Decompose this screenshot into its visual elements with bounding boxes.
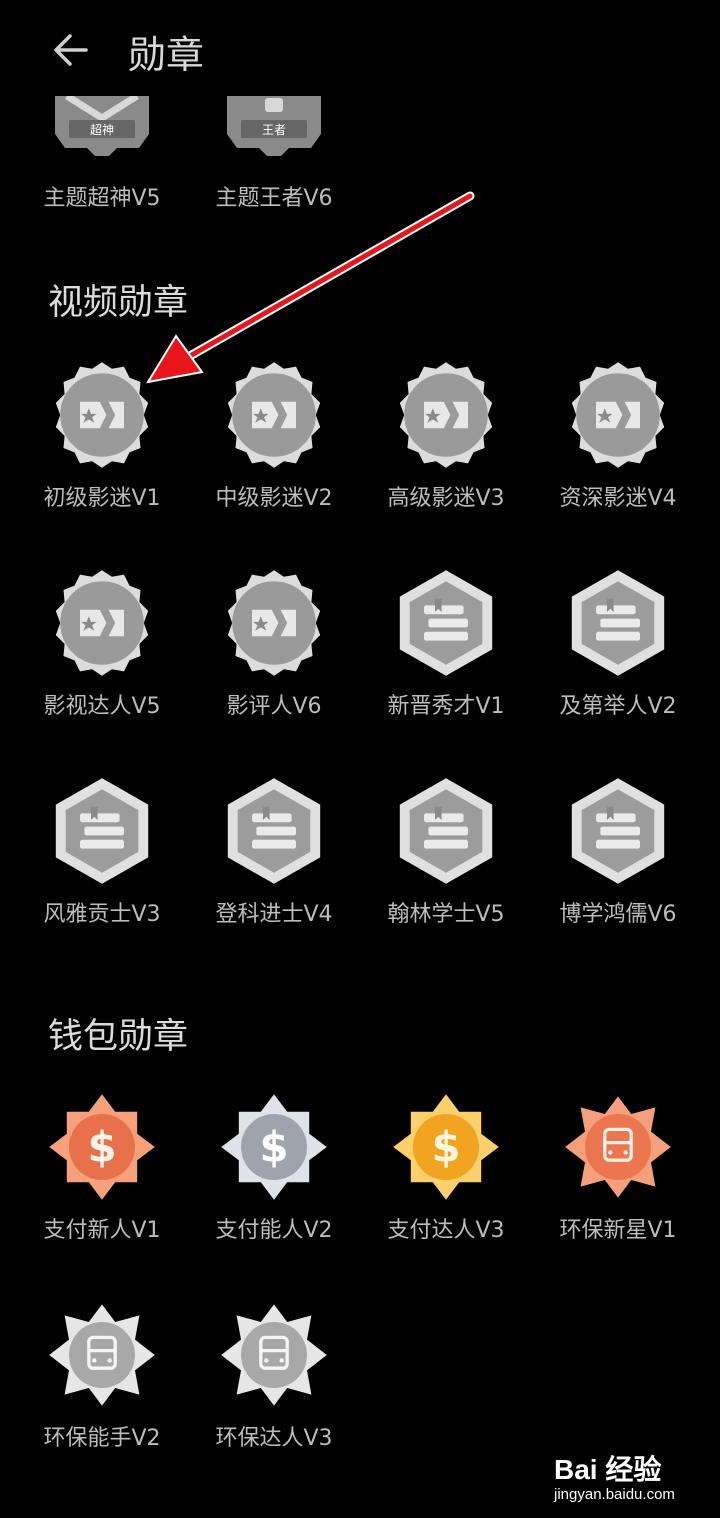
theme-badge-v6[interactable]: 王者 主题王者V6 [188,96,360,212]
badge-label: 新晋秀才V1 [387,694,505,719]
badge-item[interactable]: $ 支付达人V3 [360,1092,532,1244]
annotation-arrow-icon [145,191,475,384]
baidu-watermark: Bai 经验 jingyan.baidu.com [548,1440,718,1510]
books-icon [227,778,321,884]
badge-label: 资深影迷V4 [559,486,677,511]
badge-item[interactable]: 中级影迷V2 [188,360,360,512]
section-title-video: 视频勋章 [48,283,189,323]
badge-label: 登科进士V4 [215,902,333,927]
shield-badge-icon: 王者 [227,96,321,156]
page-title: 勋章 [128,33,205,77]
badge-item[interactable]: 及第举人V2 [532,568,704,720]
badge-label: 影评人V6 [226,694,322,719]
books-icon [571,778,665,884]
badge-label: 翰林学士V5 [387,902,505,927]
badge-label: 主题王者V6 [215,186,333,211]
badge-label: 风雅贡士V3 [43,902,161,927]
header-bar: 勋章 [0,0,720,96]
bus-icon [565,1096,671,1198]
badge-item[interactable]: 翰林学士V5 [360,776,532,928]
film-icon [55,362,149,468]
books-icon [55,778,149,884]
badge-label: 影视达人V5 [43,694,161,719]
badge-item[interactable]: 资深影迷V4 [532,360,704,512]
section-title-wallet: 钱包勋章 [48,1017,189,1057]
badge-label: 支付达人V3 [387,1218,505,1243]
badge-label: 主题超神V5 [43,186,161,211]
badge-label: 支付能人V2 [215,1218,333,1243]
svg-text:$: $ [431,1122,460,1171]
books-icon [399,570,493,676]
dollar-icon: $ [221,1094,327,1200]
theme-badge-v5[interactable]: 超神 主题超神V5 [16,96,188,212]
badge-item[interactable]: 环保新星V1 [532,1092,704,1244]
badge-item[interactable]: 环保达人V3 [188,1300,360,1452]
badge-label: 中级影迷V2 [215,486,333,511]
film-icon [227,362,321,468]
badge-item[interactable]: $ 支付新人V1 [16,1092,188,1244]
badge-item[interactable]: 新晋秀才V1 [360,568,532,720]
dollar-icon: $ [393,1094,499,1200]
bus-icon [221,1304,327,1406]
badge-item[interactable]: 登科进士V4 [188,776,360,928]
badge-label: 及第举人V2 [559,694,677,719]
dollar-icon: $ [49,1094,155,1200]
badge-label: 环保达人V3 [215,1426,333,1451]
bus-icon [49,1304,155,1406]
badge-label: 支付新人V1 [43,1218,161,1243]
badge-item[interactable]: 环保能手V2 [16,1300,188,1452]
badge-inner-text: 王者 [262,123,286,137]
film-icon [227,570,321,676]
badge-item[interactable]: 博学鸿儒V6 [532,776,704,928]
badge-label: 高级影迷V3 [387,486,505,511]
books-icon [571,570,665,676]
svg-text:$: $ [259,1122,288,1171]
film-icon [399,362,493,468]
badge-label: 环保能手V2 [43,1426,161,1451]
svg-text:$: $ [87,1122,116,1171]
badge-item[interactable]: 高级影迷V3 [360,360,532,512]
books-icon [399,778,493,884]
badge-label: 初级影迷V1 [43,486,161,511]
badge-item[interactable]: 风雅贡士V3 [16,776,188,928]
shield-badge-icon: 超神 [55,96,149,156]
film-icon [55,570,149,676]
badge-inner-text: 超神 [90,122,114,137]
watermark-site: jingyan.baidu.com [554,1486,675,1503]
arrow-left-icon [54,34,88,66]
badge-label: 环保新星V1 [559,1218,677,1243]
badge-item[interactable]: 影评人V6 [188,568,360,720]
badge-label: 博学鸿儒V6 [559,902,677,927]
badge-item[interactable]: 初级影迷V1 [16,360,188,512]
badge-item[interactable]: $ 支付能人V2 [188,1092,360,1244]
film-icon [571,362,665,468]
back-button[interactable] [48,26,96,74]
watermark-brand: Bai 经验 [554,1454,662,1485]
badge-item[interactable]: 影视达人V5 [16,568,188,720]
